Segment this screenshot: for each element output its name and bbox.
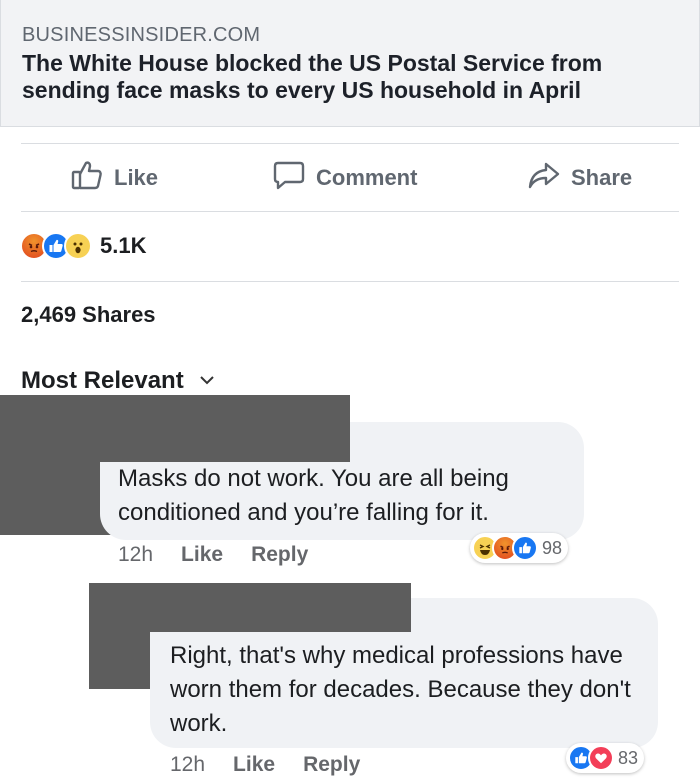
comment-text: Masks do not work. You are all being con…: [118, 465, 509, 526]
post-action-bar: Like Comment Share: [0, 144, 700, 211]
redaction-block: [89, 583, 411, 632]
link-preview-card[interactable]: BUSINESSINSIDER.COM The White House bloc…: [0, 0, 700, 127]
divider: [21, 281, 679, 282]
share-arrow-icon: [527, 158, 561, 198]
comment-like-button[interactable]: Like: [181, 543, 223, 567]
comment-reaction-count: 98: [542, 537, 563, 558]
speech-bubble-icon: [272, 158, 306, 198]
reply-timestamp[interactable]: 12h: [170, 753, 205, 777]
comment-button[interactable]: Comment: [272, 144, 417, 211]
link-title[interactable]: The White House blocked the US Postal Se…: [22, 50, 682, 104]
comment-meta: 12h Like Reply: [118, 543, 308, 567]
reply-meta: 12h Like Reply: [170, 753, 360, 777]
reply-reply-button[interactable]: Reply: [303, 753, 360, 777]
love-icon: [588, 745, 614, 771]
share-button[interactable]: Share: [527, 144, 632, 211]
shares-count[interactable]: 2,469 Shares: [21, 302, 156, 328]
redaction-block: [0, 462, 100, 535]
reactions-summary[interactable]: 5.1K: [20, 230, 146, 262]
link-domain: BUSINESSINSIDER.COM: [22, 24, 261, 46]
comment-timestamp[interactable]: 12h: [118, 543, 153, 567]
like-button[interactable]: Like: [70, 144, 158, 211]
comment-reply-button[interactable]: Reply: [251, 543, 308, 567]
wow-icon: [64, 232, 92, 260]
comment-reactions[interactable]: 98: [470, 533, 569, 563]
reply-like-button[interactable]: Like: [233, 753, 275, 777]
reaction-count[interactable]: 5.1K: [100, 233, 146, 259]
like-icon: [512, 535, 538, 561]
reply-reactions[interactable]: 83: [566, 743, 645, 773]
reply-reaction-count: 83: [618, 747, 639, 768]
share-label: Share: [571, 164, 633, 190]
sort-label: Most Relevant: [21, 367, 184, 394]
comment-sort-dropdown[interactable]: Most Relevant: [21, 367, 214, 395]
like-label: Like: [114, 164, 159, 190]
redaction-block: [89, 632, 150, 689]
chevron-down-icon: [199, 372, 214, 390]
thumbs-up-icon: [70, 158, 104, 198]
divider: [21, 211, 679, 212]
reply-text: Right, that's why medical professions ha…: [170, 642, 631, 737]
redaction-block: [0, 395, 350, 462]
comment-label: Comment: [316, 164, 418, 190]
